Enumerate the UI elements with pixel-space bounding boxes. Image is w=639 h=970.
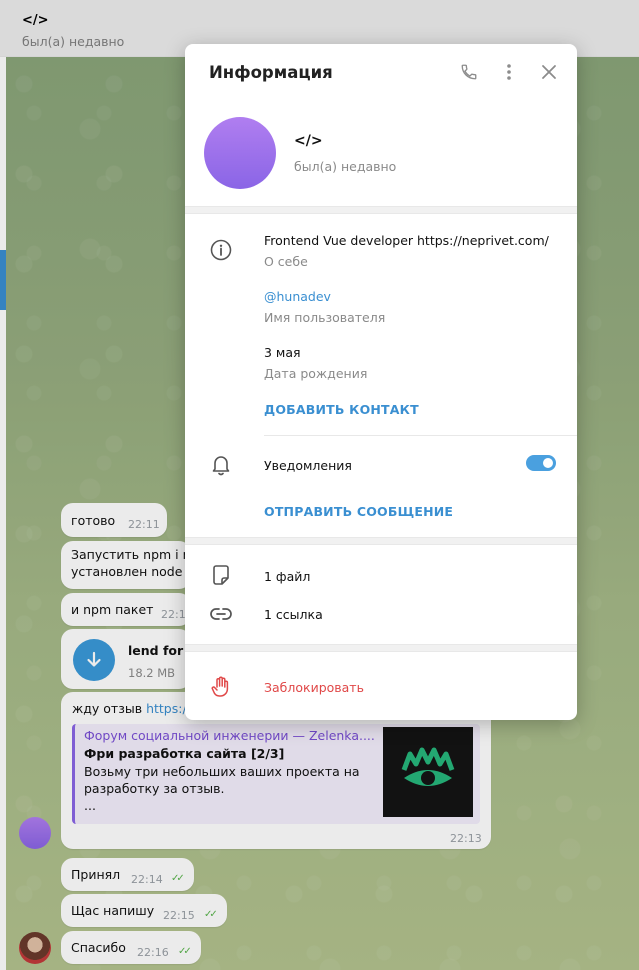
files-item[interactable]: 1 файл	[264, 569, 310, 584]
birthday-label: Дата рождения	[264, 366, 368, 381]
block-button[interactable]: Заблокировать	[264, 680, 364, 695]
profile-status: был(а) недавно	[294, 159, 397, 174]
info-icon	[209, 238, 233, 262]
message-text: и npm пакет	[71, 602, 154, 617]
file-message[interactable]: lend for c 18.2 MB	[61, 629, 195, 689]
birthday-value: 3 мая	[264, 345, 301, 360]
preview-source: Форум социальной инженерии — Zelenka....	[84, 728, 375, 743]
message-bubble[interactable]: Щас напишу 22:15 ✓✓	[61, 894, 227, 927]
sender-avatar[interactable]	[19, 817, 51, 849]
file-icon	[209, 564, 233, 588]
profile-name: </>	[294, 133, 323, 149]
notifications-toggle[interactable]	[526, 455, 556, 471]
message-text: готово	[71, 513, 116, 528]
read-checkmarks-icon: ✓✓	[171, 873, 185, 884]
message-text: Щас напишу	[71, 903, 155, 918]
close-icon[interactable]	[537, 60, 561, 84]
message-text: Принял	[71, 867, 121, 882]
hand-stop-icon	[209, 675, 233, 699]
message-time: 22:13	[450, 832, 482, 845]
message-bubble[interactable]: и npm пакет 22:1	[61, 593, 191, 626]
download-icon[interactable]	[73, 639, 115, 681]
read-checkmarks-icon: ✓✓	[178, 946, 192, 957]
preview-image	[383, 727, 473, 817]
message-bubble[interactable]: готово 22:11	[61, 503, 167, 537]
bell-icon	[209, 453, 233, 477]
preview-description: разработку за отзыв.	[84, 781, 225, 796]
section-divider	[185, 644, 577, 652]
message-bubble[interactable]: Запустить npm i n установлен node js	[61, 541, 197, 589]
message-text: Спасибо	[71, 940, 126, 955]
file-size: 18.2 MB	[128, 666, 176, 680]
more-vertical-icon[interactable]	[497, 60, 521, 84]
message-text-line: Запустить npm i n	[71, 547, 191, 562]
link-preview[interactable]: Форум социальной инженерии — Zelenka....…	[72, 724, 480, 824]
message-text: жду отзыв	[72, 701, 147, 716]
message-time: 22:14	[131, 873, 163, 886]
phone-icon[interactable]	[457, 60, 481, 84]
message-time: 22:11	[128, 518, 160, 531]
message-bubble[interactable]: Принял 22:14 ✓✓	[61, 858, 194, 891]
send-message-button[interactable]: ОТПРАВИТЬ СООБЩЕНИЕ	[264, 504, 453, 519]
section-divider	[185, 206, 577, 214]
message-time: 22:15	[163, 909, 195, 922]
preview-description: Возьму три небольших ваших проекта на	[84, 764, 360, 779]
read-checkmarks-icon: ✓✓	[204, 909, 218, 920]
add-contact-button[interactable]: ДОБАВИТЬ КОНТАКТ	[264, 402, 419, 417]
divider	[264, 435, 577, 436]
modal-title: Информация	[209, 63, 333, 82]
section-divider	[185, 537, 577, 545]
about-label: О себе	[264, 254, 308, 269]
about-value: Frontend Vue developer https://neprivet.…	[264, 233, 549, 248]
username-label: Имя пользователя	[264, 310, 386, 325]
message-time: 22:1	[161, 608, 186, 621]
link-icon	[209, 602, 233, 626]
message-time: 22:16	[137, 946, 169, 959]
message-bubble[interactable]: Спасибо 22:16 ✓✓	[61, 931, 201, 964]
profile-avatar[interactable]	[204, 117, 276, 189]
notifications-label: Уведомления	[264, 458, 352, 473]
preview-title: Фри разработка сайта [2/3]	[84, 746, 285, 761]
user-info-modal: Информация </> был(а) недавно Frontend V…	[185, 44, 577, 720]
message-text-line: установлен node js	[71, 564, 197, 579]
links-item[interactable]: 1 ссылка	[264, 607, 323, 622]
left-edge-indicator	[0, 250, 6, 310]
username-value[interactable]: @hunadev	[264, 289, 331, 304]
preview-more: ...	[84, 798, 96, 813]
own-avatar[interactable]	[19, 932, 51, 964]
